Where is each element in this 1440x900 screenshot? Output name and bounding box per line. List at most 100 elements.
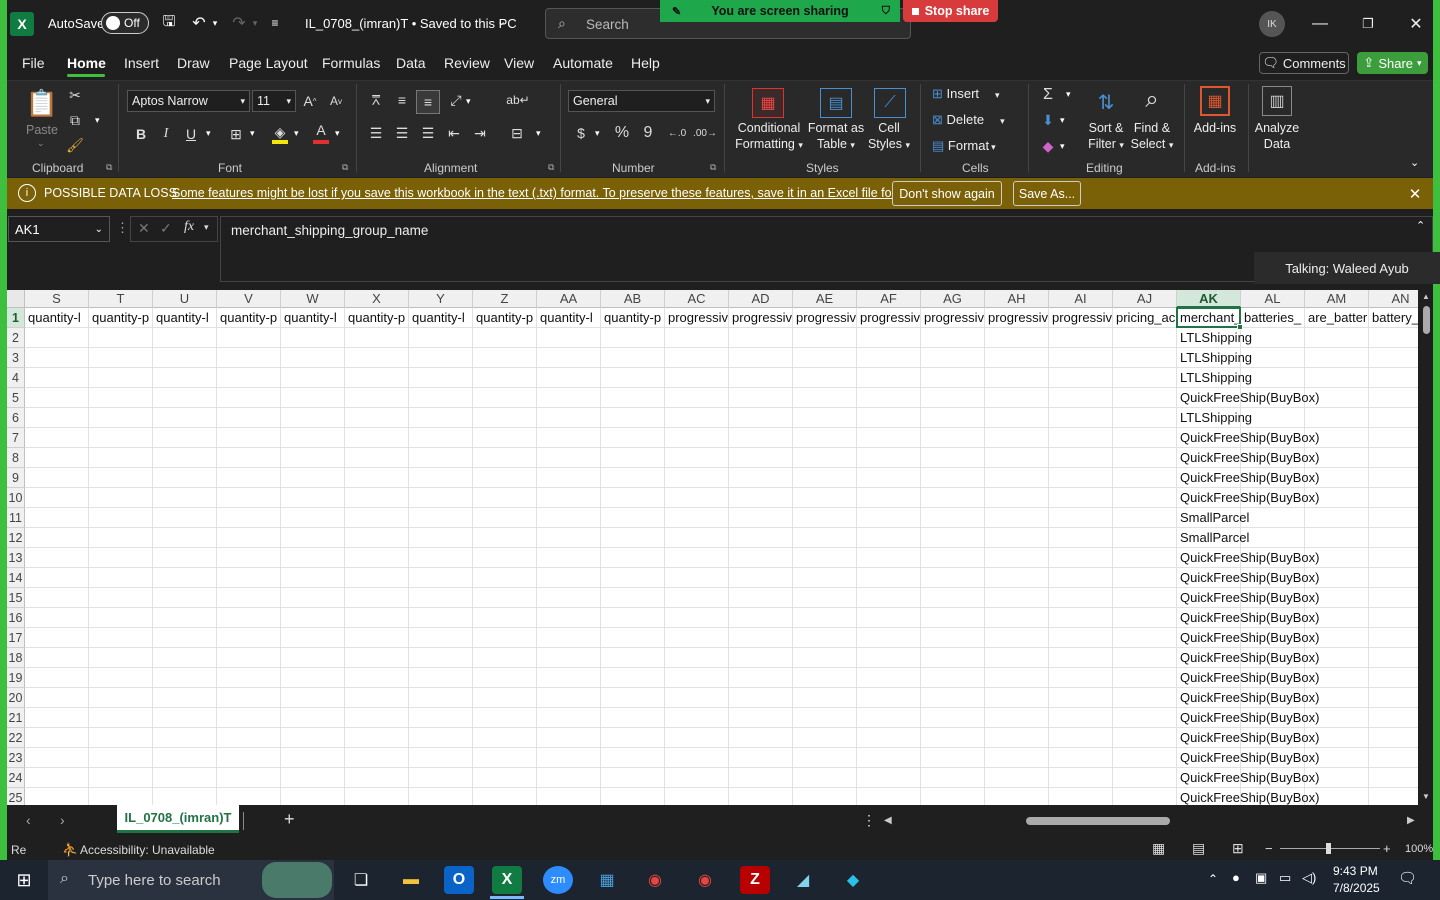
cell[interactable]	[1049, 688, 1113, 708]
cell[interactable]	[1049, 608, 1113, 628]
normal-view-icon[interactable]: ▦	[1152, 840, 1165, 857]
shipping-group-value[interactable]: QuickFreeShip(BuyBox)	[1177, 748, 1319, 768]
cell[interactable]	[1049, 648, 1113, 668]
cell[interactable]	[281, 608, 345, 628]
align-left-icon[interactable]: ☰	[366, 123, 386, 143]
cell[interactable]	[217, 408, 281, 428]
cell[interactable]	[729, 488, 793, 508]
app-icon[interactable]: ◢	[788, 866, 818, 894]
cell[interactable]: progressiv	[857, 308, 921, 328]
align-top-icon[interactable]: ⩞	[366, 90, 386, 110]
cell[interactable]	[153, 448, 217, 468]
row-header[interactable]: 21	[7, 708, 25, 728]
cell[interactable]	[537, 348, 601, 368]
orientation-dropdown-icon[interactable]: ▾	[466, 96, 471, 107]
borders-icon[interactable]: ⊞	[226, 125, 246, 143]
zoom-out-icon[interactable]: −	[1265, 841, 1273, 856]
page-break-view-icon[interactable]: ⊞	[1232, 840, 1244, 857]
cell[interactable]	[345, 728, 409, 748]
cell[interactable]	[793, 548, 857, 568]
cell[interactable]	[921, 528, 985, 548]
vertical-scrollbar[interactable]: ▲ ▼	[1420, 290, 1433, 805]
cell[interactable]	[1305, 408, 1369, 428]
column-header[interactable]: AG	[921, 290, 985, 308]
cell[interactable]	[857, 468, 921, 488]
row-header[interactable]: 20	[7, 688, 25, 708]
cell[interactable]	[857, 788, 921, 805]
cell[interactable]	[409, 388, 473, 408]
cell[interactable]	[665, 588, 729, 608]
shipping-group-value[interactable]: QuickFreeShip(BuyBox)	[1177, 628, 1319, 648]
cell[interactable]	[89, 388, 153, 408]
spreadsheet-grid[interactable]: S T U V W X Y Z AA AB AC AD AE AF AG AH AI AJ AK AL AM AN 123…	[7, 290, 1418, 805]
cell[interactable]	[985, 548, 1049, 568]
cell[interactable]	[921, 468, 985, 488]
cell[interactable]	[1369, 468, 1418, 488]
increase-font-icon[interactable]: A ^	[300, 92, 320, 110]
cell[interactable]	[409, 668, 473, 688]
undo-icon[interactable]: ↶	[188, 12, 210, 34]
row-header[interactable]: 22	[7, 728, 25, 748]
cell[interactable]	[409, 708, 473, 728]
cell[interactable]	[217, 448, 281, 468]
cell[interactable]	[89, 648, 153, 668]
cell[interactable]	[25, 628, 89, 648]
cell[interactable]	[537, 408, 601, 428]
cell[interactable]: progressiv	[985, 308, 1049, 328]
cell[interactable]	[601, 328, 665, 348]
cell[interactable]	[665, 668, 729, 688]
cell[interactable]	[985, 388, 1049, 408]
cell[interactable]	[153, 628, 217, 648]
shipping-group-value[interactable]: QuickFreeShip(BuyBox)	[1177, 468, 1319, 488]
cell[interactable]	[89, 728, 153, 748]
fill-handle[interactable]	[1237, 324, 1243, 330]
cell[interactable]	[793, 488, 857, 508]
cell[interactable]	[985, 708, 1049, 728]
cell[interactable]	[1113, 388, 1177, 408]
cell[interactable]	[1049, 528, 1113, 548]
cell[interactable]	[793, 668, 857, 688]
row-header[interactable]: 9	[7, 468, 25, 488]
cell[interactable]	[921, 588, 985, 608]
cell[interactable]	[537, 548, 601, 568]
windows-start-icon[interactable]: ⊞	[12, 868, 36, 892]
cell[interactable]	[665, 348, 729, 368]
shipping-group-value[interactable]: QuickFreeShip(BuyBox)	[1177, 388, 1319, 408]
shipping-group-value[interactable]: QuickFreeShip(BuyBox)	[1177, 648, 1319, 668]
cell[interactable]	[89, 708, 153, 728]
shipping-group-value[interactable]: QuickFreeShip(BuyBox)	[1177, 788, 1319, 805]
tab-file[interactable]: File	[22, 55, 45, 71]
tab-formulas[interactable]: Formulas	[322, 55, 380, 71]
shipping-group-value[interactable]: LTLShipping	[1177, 408, 1252, 428]
cell[interactable]	[217, 428, 281, 448]
cell[interactable]	[153, 348, 217, 368]
cell[interactable]	[1049, 748, 1113, 768]
cell[interactable]	[345, 748, 409, 768]
cell[interactable]	[1049, 548, 1113, 568]
row-header[interactable]: 16	[7, 608, 25, 628]
cell[interactable]	[537, 448, 601, 468]
cell[interactable]	[89, 628, 153, 648]
cell[interactable]	[729, 368, 793, 388]
cell[interactable]	[985, 368, 1049, 388]
cell[interactable]	[537, 648, 601, 668]
cell[interactable]	[601, 508, 665, 528]
more-options-icon[interactable]: ⋮	[116, 220, 129, 236]
increase-indent-icon[interactable]: ⇥	[470, 123, 490, 143]
row-header[interactable]: 23	[7, 748, 25, 768]
shipping-group-value[interactable]: SmallParcel	[1177, 528, 1249, 548]
cell[interactable]	[921, 608, 985, 628]
cell[interactable]	[537, 468, 601, 488]
sheet-tab-active[interactable]: IL_0708_(imran)T	[117, 805, 239, 833]
cell[interactable]	[345, 328, 409, 348]
cell[interactable]	[473, 388, 537, 408]
cell[interactable]	[217, 788, 281, 805]
cell[interactable]: quantity-p	[345, 308, 409, 328]
cell[interactable]	[665, 448, 729, 468]
cell[interactable]	[473, 788, 537, 805]
cell[interactable]	[1113, 348, 1177, 368]
cell[interactable]	[665, 648, 729, 668]
cell[interactable]	[857, 508, 921, 528]
cell[interactable]	[921, 428, 985, 448]
cell[interactable]	[1369, 428, 1418, 448]
